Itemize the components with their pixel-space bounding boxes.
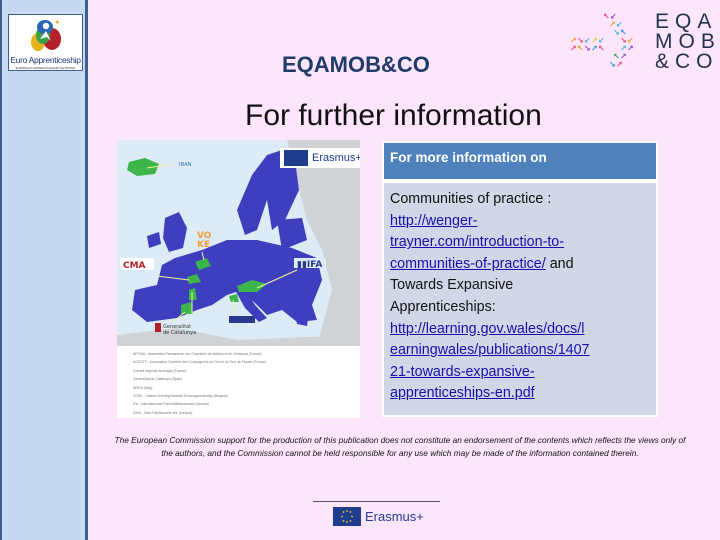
info-table: For more information on Communities of p… <box>382 141 658 417</box>
link-line: communities-of-practice/ <box>390 255 546 272</box>
legend-item: VOKE - Vlaams Overleg Kwaliteit Ervaring… <box>133 394 229 399</box>
svg-text:↖: ↖ <box>577 44 584 53</box>
topic-line: Apprenticeships: <box>390 298 496 315</box>
link-expansive-apprenticeships[interactable]: http://learning.gov.wales/docs/l earning… <box>390 321 590 402</box>
cma-callout: CMA <box>123 261 146 271</box>
wordmark-line: MOB <box>655 30 720 53</box>
voke-callout: KE <box>197 240 210 250</box>
svg-text:↗: ↗ <box>627 44 634 53</box>
link-line: 21-towards-expansive- <box>390 363 535 380</box>
euro-apprenticeship-logo: ✦ Euro Apprenticeship EUROPEAN APPRENTIC… <box>8 14 83 71</box>
wsks-callout-box <box>229 316 255 323</box>
map-legend: APCMA - Assemblée Permanente des Chambre… <box>117 346 360 418</box>
svg-text:↗: ↗ <box>570 44 577 53</box>
partner-map: IÐAN VO KE CMA ▮▮IFA Generalitat de Cata… <box>117 140 360 418</box>
generalitat-emblem <box>155 323 161 332</box>
project-title: EQAMOB&CO <box>282 52 430 77</box>
link-line: trayner.com/introduction-to- <box>390 234 565 251</box>
svg-text:✦: ✦ <box>54 18 61 27</box>
svg-text:↘: ↘ <box>613 28 620 37</box>
svg-text:↗: ↗ <box>591 44 598 53</box>
svg-text:↖: ↖ <box>598 44 605 53</box>
erasmus-label: Erasmus+ <box>365 509 424 524</box>
wordmark-line: &CO <box>655 50 719 73</box>
svg-text:↘: ↘ <box>584 44 591 53</box>
link-line: earningwales/publications/1407 <box>390 342 590 359</box>
erasmus-label: Erasmus+ <box>312 152 360 164</box>
europe-map: IÐAN VO KE CMA ▮▮IFA Generalitat de Cata… <box>117 140 360 346</box>
ifa-callout: ▮▮IFA <box>297 260 322 270</box>
page-title: For further information <box>245 99 542 132</box>
topic-line: Towards Expansive <box>390 277 514 294</box>
legend-item: IFA - Internationaler Fachkräfteaustausc… <box>133 402 209 407</box>
legend-item: Generalitat de Catalunya (Spain) <box>133 377 183 382</box>
info-table-body: Communities of practice : http://wenger-… <box>382 181 658 417</box>
link-communities-of-practice[interactable]: http://wenger- trayner.com/introduction-… <box>390 213 564 272</box>
wordmark-line: EQA <box>655 10 718 33</box>
legend-item: APCMA - Assemblée Permanente des Chambre… <box>133 352 262 356</box>
arrows-emblem-icon: ↖ ↙ ↗ ↙ ↘ ↖ ↗ ↘ ↙ ↗ ↙ ↘ ↙ ↗ ↖ ↘ ↗ ↖ ↗ ↗ ↖ ↗ ↘ ↗ <box>570 12 634 69</box>
link-line: http://wenger- <box>390 212 478 229</box>
footer-divider <box>313 501 440 502</box>
link-line: apprenticeships-en.pdf <box>390 385 535 402</box>
euro-apprenticeship-emblem-icon: ✦ <box>31 18 61 51</box>
idan-callout: IÐAN <box>179 162 192 168</box>
eu-flag-icon <box>333 507 361 526</box>
legend-item: IDAN - Iðan Fræðslusetur ehf. (Iceland) <box>133 410 193 415</box>
legend-item: AOCDTF - Association Ouvrière des Compag… <box>133 360 267 365</box>
generalitat-callout: de Catalunya <box>163 330 196 336</box>
logo-subtitle: EUROPEAN APPRENTICESHIP NETWORK <box>15 66 76 70</box>
disclaimer-text: The European Commission support for the … <box>114 435 686 458</box>
eqamob-wordmark: EQA MOB &CO <box>655 10 720 73</box>
topic-expansive: Towards Expansive Apprenticeships: <box>390 275 650 318</box>
greece <box>295 308 309 326</box>
eu-flag-icon <box>284 150 308 166</box>
eqamob-logo: ↖ ↙ ↗ ↙ ↘ ↖ ↗ ↘ ↙ ↗ ↙ ↘ ↙ ↗ ↖ ↘ ↗ ↖ ↗ ↗ ↖ ↗ ↘ ↗ EQA MOB… <box>565 10 715 75</box>
svg-text:↘: ↘ <box>609 60 616 69</box>
topic-communities: Communities of practice : <box>390 191 552 207</box>
link-line: http://learning.gov.wales/docs/l <box>390 320 585 337</box>
logo-name: Euro Apprenticeship <box>10 55 81 65</box>
connector-text: and <box>545 255 574 272</box>
svg-text:↗: ↗ <box>616 60 623 69</box>
map-erasmus-badge: Erasmus+ <box>280 148 360 168</box>
europe-map-graphic: IÐAN VO KE CMA ▮▮IFA Generalitat de Cata… <box>117 140 360 346</box>
eu-stars-icon <box>341 510 353 523</box>
sidebar: ✦ Euro Apprenticeship EUROPEAN APPRENTIC… <box>0 0 88 540</box>
legend-item: WSKS (Italy) <box>133 385 153 390</box>
info-table-header: For more information on <box>382 141 658 181</box>
legend-item: Conseil régional Auvergne (France) <box>133 368 187 373</box>
footer-erasmus-logo: Erasmus+ <box>333 507 424 526</box>
